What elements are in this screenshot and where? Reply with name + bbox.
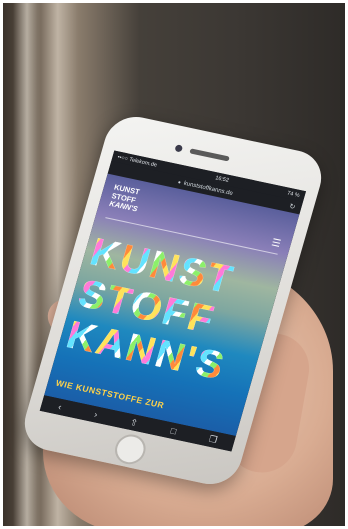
home-button[interactable]	[111, 431, 150, 467]
book-icon[interactable]: □	[169, 426, 177, 437]
reload-icon[interactable]: ↻	[288, 202, 296, 211]
photo: ••○○ Telekom.de 16:52 74 % ● kunststoffk…	[3, 3, 345, 526]
front-camera	[174, 144, 184, 153]
clock: 16:52	[214, 174, 230, 184]
tabs-icon[interactable]: ❐	[208, 433, 219, 445]
share-icon[interactable]: ⇧	[129, 416, 139, 428]
chevron-left-icon[interactable]: ‹	[57, 402, 63, 412]
hamburger-icon[interactable]: ☰	[270, 237, 282, 249]
site-logo[interactable]: KUNST STOFF KANN'S	[108, 182, 143, 213]
wall-highlight	[13, 3, 41, 526]
chevron-right-icon[interactable]: ›	[93, 409, 99, 419]
earpiece	[189, 148, 230, 162]
battery-label: 74 %	[286, 190, 301, 199]
lock-icon: ●	[177, 179, 182, 186]
